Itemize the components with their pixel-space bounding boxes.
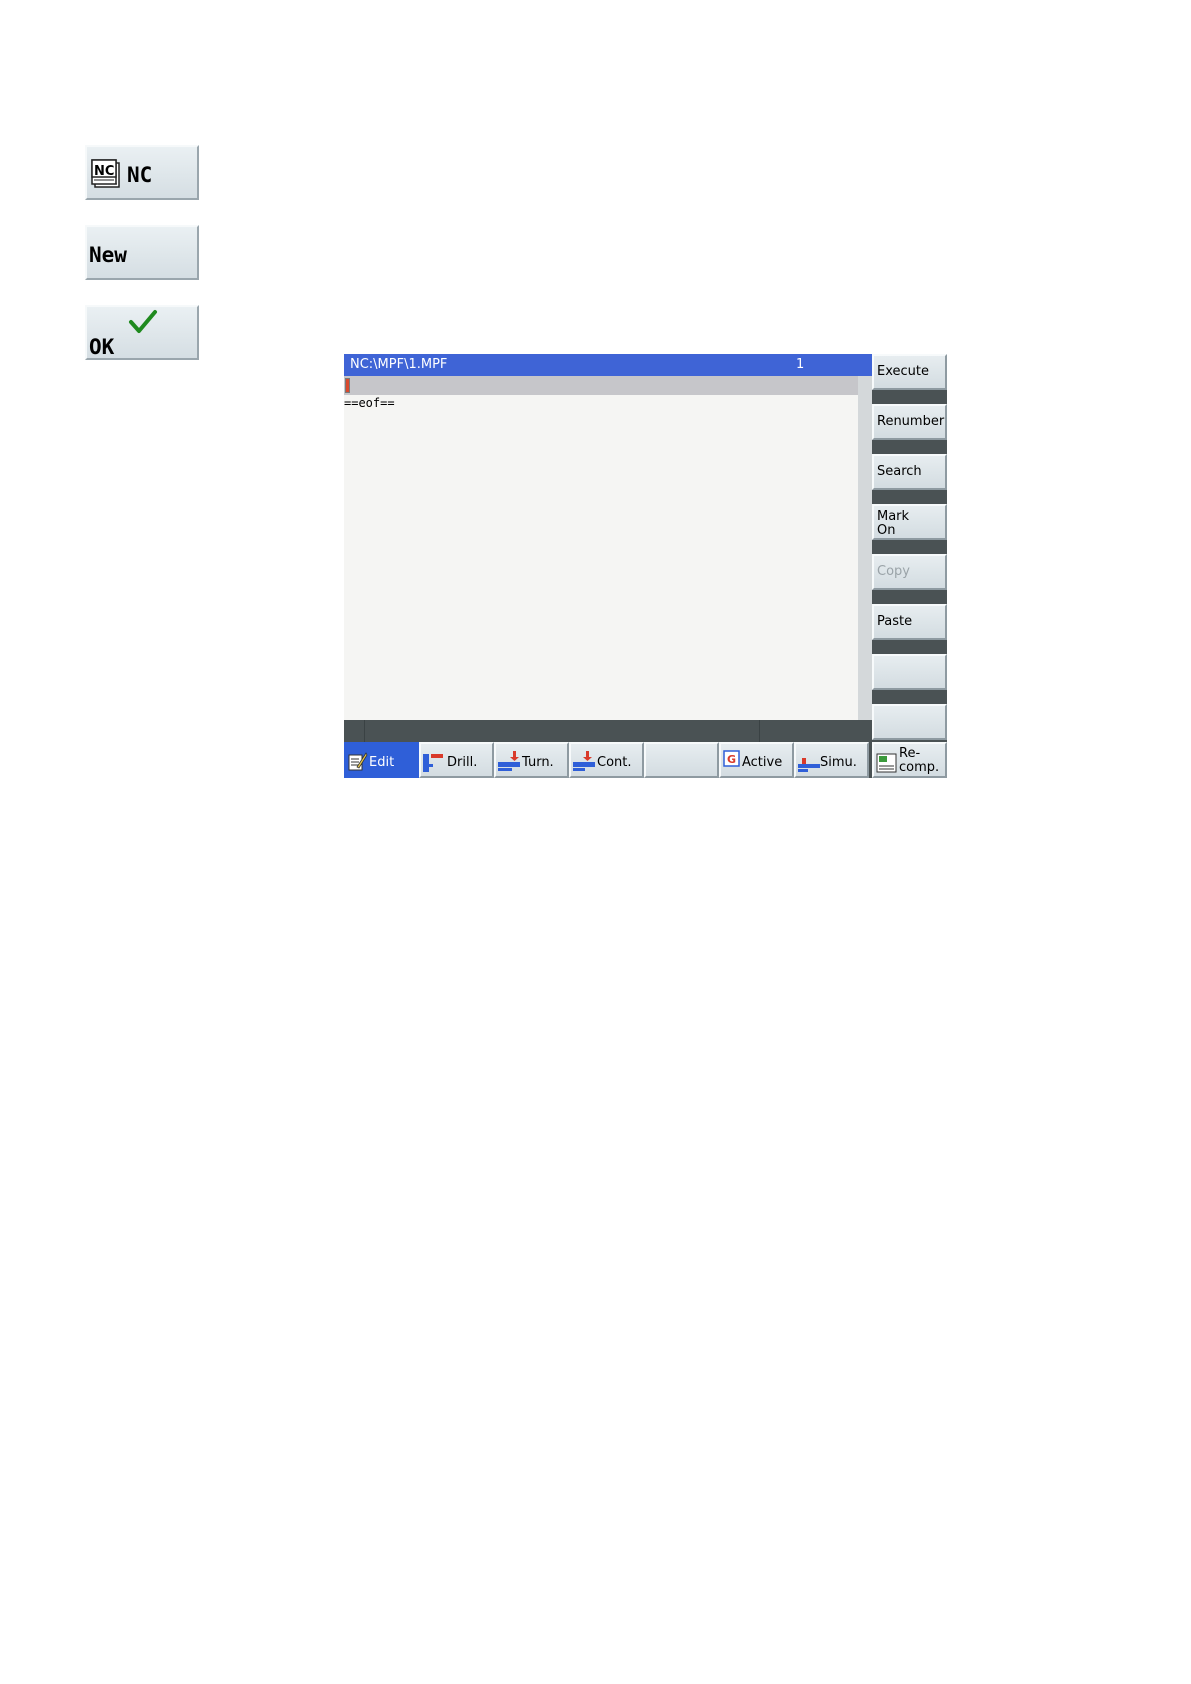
search-softkey-label: Search (877, 464, 922, 479)
file-path: NC:\MPF\1.MPF (350, 357, 448, 372)
turning-softkey[interactable]: Turn. (494, 742, 569, 778)
g-code-icon: G (723, 750, 740, 767)
nc-directory-icon: NC (91, 159, 120, 188)
recompile-icon (876, 753, 897, 773)
vertical-scrollbar[interactable] (858, 376, 872, 720)
status-bar (344, 720, 872, 742)
edit-softkey[interactable]: Edit (344, 742, 419, 778)
simulation-softkey[interactable]: Simu. (794, 742, 869, 778)
empty-softkey[interactable] (644, 742, 719, 778)
drill-softkey-label: Drill. (447, 755, 478, 770)
nc-key-label: NC (127, 163, 153, 187)
active-softkey-label: Active (742, 755, 783, 770)
copy-softkey-label: Copy (877, 564, 910, 579)
current-line (344, 376, 858, 395)
empty-softkey-7[interactable] (872, 654, 947, 690)
editor-title-bar: NC:\MPF\1.MPF 1 (344, 354, 872, 376)
drill-icon (423, 754, 443, 772)
edit-icon (348, 752, 368, 771)
empty-softkey-8[interactable] (872, 704, 947, 740)
svg-text:G: G (727, 753, 736, 766)
turning-icon (498, 751, 520, 771)
recompile-softkey-label: Re- comp. (899, 746, 940, 775)
nc-key[interactable]: NC NC (85, 145, 199, 200)
contour-icon (573, 751, 595, 771)
recompile-softkey[interactable]: Re- comp. (872, 742, 947, 778)
ok-key-label: OK (89, 335, 115, 359)
line-number: 1 (796, 357, 805, 372)
renumber-softkey[interactable]: Renumber (872, 404, 947, 440)
edit-softkey-label: Edit (369, 755, 395, 770)
search-softkey[interactable]: Search (872, 454, 947, 490)
execute-softkey[interactable]: Execute (872, 354, 947, 390)
mark-on-softkey-label: Mark On (877, 509, 910, 538)
end-of-file-marker: ==eof== (344, 396, 395, 410)
checkmark-icon (129, 310, 157, 333)
program-editor-screen: NC:\MPF\1.MPF 1 ==eof== Execute Renumber… (344, 354, 947, 778)
execute-softkey-label: Execute (877, 364, 929, 379)
turning-softkey-label: Turn. (522, 755, 554, 770)
copy-softkey[interactable]: Copy (872, 554, 947, 590)
simulation-icon (798, 758, 820, 772)
simulation-softkey-label: Simu. (820, 755, 857, 770)
active-softkey[interactable]: G Active (719, 742, 794, 778)
contour-softkey-label: Cont. (597, 755, 632, 770)
mark-on-softkey[interactable]: Mark On (872, 504, 947, 540)
new-key[interactable]: New (85, 225, 199, 280)
svg-text:NC: NC (94, 164, 114, 179)
paste-softkey-label: Paste (877, 614, 913, 629)
new-key-label: New (89, 243, 127, 267)
drill-softkey[interactable]: Drill. (419, 742, 494, 778)
renumber-softkey-label: Renumber (877, 414, 945, 429)
paste-softkey[interactable]: Paste (872, 604, 947, 640)
text-cursor (345, 378, 350, 393)
ok-key[interactable]: OK (85, 305, 199, 360)
program-text-area[interactable]: ==eof== (344, 376, 858, 720)
contour-softkey[interactable]: Cont. (569, 742, 644, 778)
